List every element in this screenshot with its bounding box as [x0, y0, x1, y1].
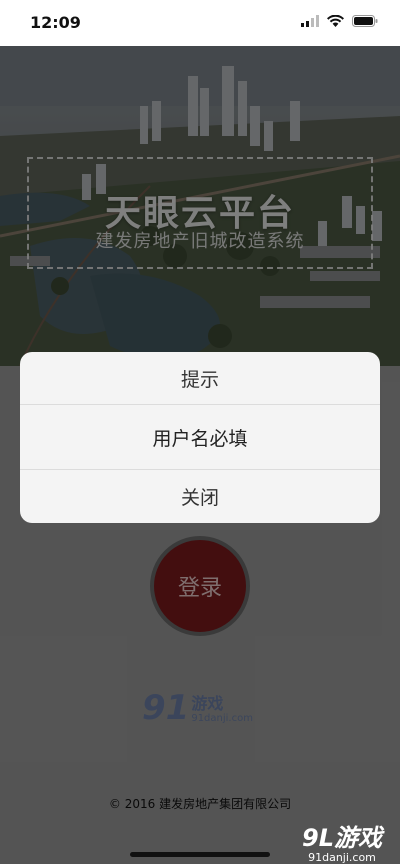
corner-watermark-logo: 9L游戏	[302, 824, 382, 852]
battery-icon	[352, 15, 378, 27]
corner-watermark-domain: 91danji.com	[308, 851, 376, 864]
wifi-icon	[327, 15, 344, 27]
status-time: 12:09	[30, 13, 81, 32]
home-indicator[interactable]	[130, 852, 270, 857]
alert-dialog: 提示 用户名必填 关闭	[20, 352, 380, 523]
signal-icon	[301, 15, 319, 27]
status-icons	[301, 15, 378, 27]
alert-close-button[interactable]: 关闭	[20, 470, 380, 523]
corner-watermark: 9L游戏 91danji.com	[302, 818, 382, 864]
alert-message: 用户名必填	[20, 404, 380, 470]
alert-title: 提示	[180, 368, 219, 391]
status-bar: 12:09	[0, 0, 400, 46]
